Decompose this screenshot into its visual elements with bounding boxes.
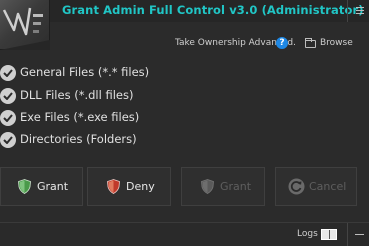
grant-disabled-button[interactable]: Grant bbox=[181, 167, 265, 206]
check-icon[interactable] bbox=[0, 88, 16, 104]
logs-label: Logs bbox=[297, 229, 318, 239]
window-title: Grant Admin Full Control v3.0 (Administr… bbox=[62, 3, 364, 17]
grant-label: Grant bbox=[37, 180, 69, 193]
status-bar: Logs bbox=[0, 222, 369, 246]
option-label: General Files (*.* files) bbox=[20, 65, 150, 79]
check-icon[interactable] bbox=[0, 132, 16, 148]
gray-shield-icon bbox=[201, 179, 214, 198]
hamburger-menu-icon[interactable] bbox=[347, 0, 369, 22]
grant-button[interactable]: Grant bbox=[0, 167, 83, 206]
option-label: Directories (Folders) bbox=[20, 132, 137, 146]
check-icon[interactable] bbox=[0, 110, 16, 126]
cancel-label: Cancel bbox=[309, 180, 347, 193]
app-logo-icon bbox=[0, 0, 50, 50]
title-bar: Grant Admin Full Control v3.0 (Administr… bbox=[0, 0, 369, 22]
refresh-icon bbox=[288, 178, 305, 199]
logs-toggle-icon[interactable] bbox=[321, 229, 337, 240]
status-menu-icon[interactable] bbox=[347, 223, 369, 246]
option-label: DLL Files (*.dll files) bbox=[20, 88, 134, 102]
deny-button[interactable]: Deny bbox=[87, 167, 171, 206]
deny-label: Deny bbox=[126, 180, 155, 193]
green-shield-icon bbox=[18, 179, 31, 198]
option-label: Exe Files (*.exe files) bbox=[20, 110, 140, 124]
grant-disabled-label: Grant bbox=[220, 180, 252, 193]
red-shield-icon bbox=[107, 179, 120, 198]
cancel-button[interactable]: Cancel bbox=[275, 167, 357, 206]
folder-icon bbox=[305, 38, 316, 48]
check-icon[interactable] bbox=[0, 65, 16, 81]
help-icon[interactable]: ? bbox=[276, 37, 288, 49]
browse-label: Browse bbox=[320, 38, 353, 48]
